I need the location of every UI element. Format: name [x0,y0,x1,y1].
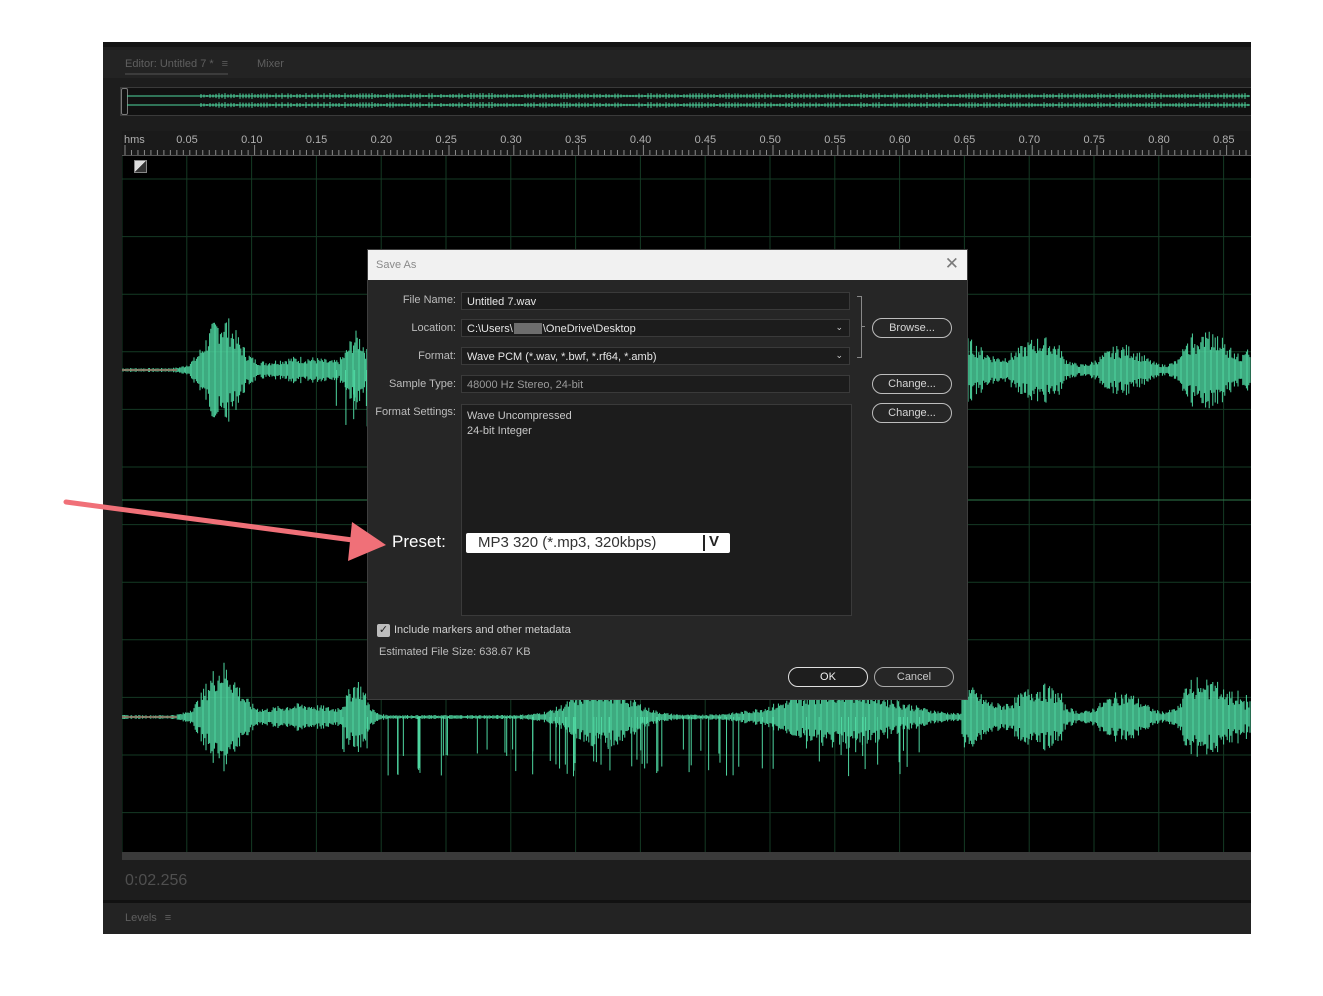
annotation-arrow [63,499,386,561]
arrow-head [348,522,386,561]
arrow-shaft [63,499,363,544]
